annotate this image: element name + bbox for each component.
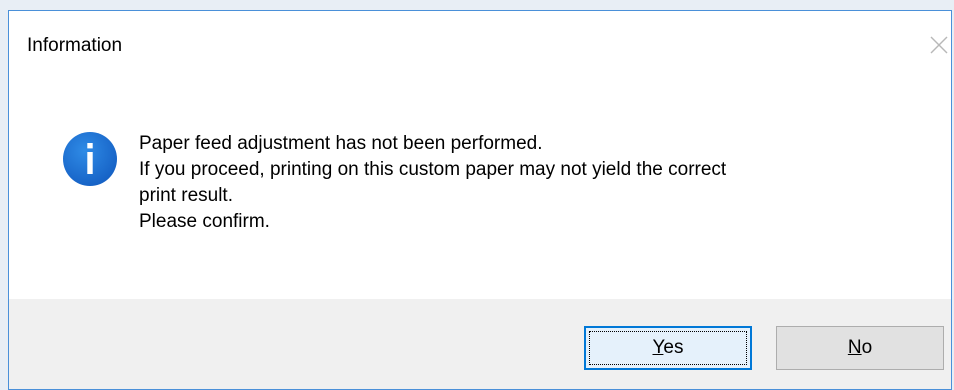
message-line: Please confirm.: [139, 211, 270, 232]
no-button-label: No: [848, 337, 872, 359]
no-label-rest: o: [861, 337, 873, 358]
yes-button-label: Yes: [652, 337, 683, 359]
information-dialog: Information Paper feed adjustment has no…: [8, 10, 952, 390]
dialog-title: Information: [27, 35, 123, 56]
yes-button[interactable]: Yes: [584, 326, 752, 370]
yes-accelerator: Y: [652, 337, 664, 358]
message-line: Paper feed adjustment has not been perfo…: [139, 133, 543, 154]
message-line: If you proceed, printing on this custom …: [139, 159, 727, 180]
yes-label-rest: es: [663, 337, 684, 358]
message-line: print result.: [139, 185, 233, 206]
close-icon: [930, 36, 948, 54]
message-text: Paper feed adjustment has not been perfo…: [139, 131, 929, 235]
button-bar: Yes No: [9, 299, 951, 389]
info-icon: [62, 131, 118, 187]
close-button[interactable]: [925, 29, 951, 59]
no-accelerator: N: [847, 337, 862, 358]
title-bar: Information: [9, 11, 951, 75]
no-button[interactable]: No: [776, 326, 944, 370]
message-area: Paper feed adjustment has not been perfo…: [9, 75, 951, 299]
